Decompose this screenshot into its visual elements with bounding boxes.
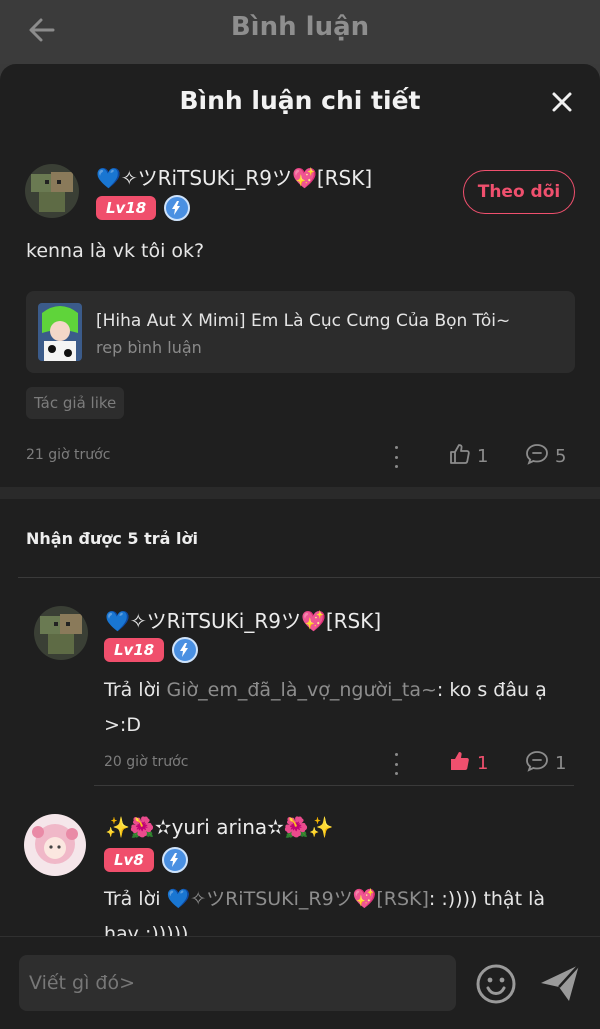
reply-count-button[interactable]: 5	[525, 443, 566, 470]
level-badge: Lv18	[96, 196, 157, 220]
like-count: 1	[477, 446, 489, 467]
send-icon[interactable]	[538, 961, 582, 1005]
comment-composer	[0, 936, 600, 1029]
mention-link[interactable]: 💙✧ツRiTSUKi_R9ツ💖[RSK]	[167, 888, 429, 910]
verified-badge-icon	[161, 847, 188, 873]
username[interactable]: 💙✧ツRiTSUKi_R9ツ💖[RSK]	[105, 605, 381, 634]
verified-badge-icon	[172, 637, 199, 663]
like-count: 1	[477, 753, 489, 774]
post-thumbnail	[38, 303, 82, 361]
timestamp: 20 giờ trước	[104, 754, 189, 770]
like-button[interactable]: 1	[449, 750, 488, 777]
emoji-icon[interactable]	[475, 963, 517, 1005]
mention-link[interactable]: Giờ_em_đã_là_vợ_người_ta~	[167, 679, 437, 701]
reply-count-button[interactable]: 1	[525, 750, 566, 777]
level-badge: Lv8	[104, 848, 154, 872]
badges: Lv18	[96, 195, 191, 221]
post-title: [Hiha Aut X Mimi] Em Là Cục Cưng Của Bọn…	[96, 311, 511, 331]
post-subtitle: rep bình luận	[96, 338, 202, 357]
badges: Lv18	[104, 637, 199, 663]
sheet-title: Bình luận chi tiết	[179, 86, 421, 115]
replies-count-heading: Nhận được 5 trả lời	[26, 529, 198, 548]
section-divider	[0, 487, 600, 499]
avatar[interactable]	[25, 164, 79, 218]
close-icon[interactable]	[548, 88, 576, 116]
level-badge: Lv18	[104, 638, 165, 662]
comment-bubble-icon	[525, 750, 549, 777]
reply-text-line2: >:D	[104, 714, 141, 736]
reply-text: Trả lời Giờ_em_đã_là_vợ_người_ta~: ko s …	[104, 679, 547, 701]
divider	[94, 785, 574, 786]
comment-text: kenna là vk tôi ok?	[26, 240, 205, 262]
top-bar: Bình luận	[0, 0, 600, 64]
comment-bubble-icon	[525, 443, 549, 470]
thumbs-up-filled-icon	[449, 750, 471, 777]
comment-count: 5	[555, 446, 567, 467]
comment-count: 1	[555, 753, 567, 774]
referenced-post-card[interactable]: [Hiha Aut X Mimi] Em Là Cục Cưng Của Bọn…	[26, 291, 575, 373]
more-options-icon[interactable]	[392, 446, 400, 468]
badges: Lv8	[104, 847, 188, 873]
sheet-header: Bình luận chi tiết	[0, 64, 600, 140]
timestamp: 21 giờ trước	[26, 447, 111, 463]
divider	[18, 577, 600, 578]
comment-detail-sheet: Bình luận chi tiết 💙✧ツRiTSUKi_R9ツ💖[RSK] …	[0, 64, 600, 1029]
like-button[interactable]: 1	[449, 443, 488, 470]
follow-button[interactable]: Theo dõi	[463, 170, 575, 214]
comment-input[interactable]	[19, 955, 456, 1011]
page-title: Bình luận	[230, 12, 370, 42]
reply-text: Trả lời 💙✧ツRiTSUKi_R9ツ💖[RSK]: :)))) thật…	[104, 888, 545, 910]
more-options-icon[interactable]	[392, 753, 400, 775]
avatar[interactable]	[24, 814, 86, 876]
username[interactable]: 💙✧ツRiTSUKi_R9ツ💖[RSK]	[96, 162, 372, 191]
username[interactable]: ✨🌺✫yuri arina✫🌺✨	[105, 815, 334, 839]
verified-badge-icon	[164, 195, 191, 221]
author-liked-tag: Tác giả like	[26, 387, 125, 419]
avatar[interactable]	[34, 606, 88, 660]
thumbs-up-icon	[449, 443, 471, 470]
